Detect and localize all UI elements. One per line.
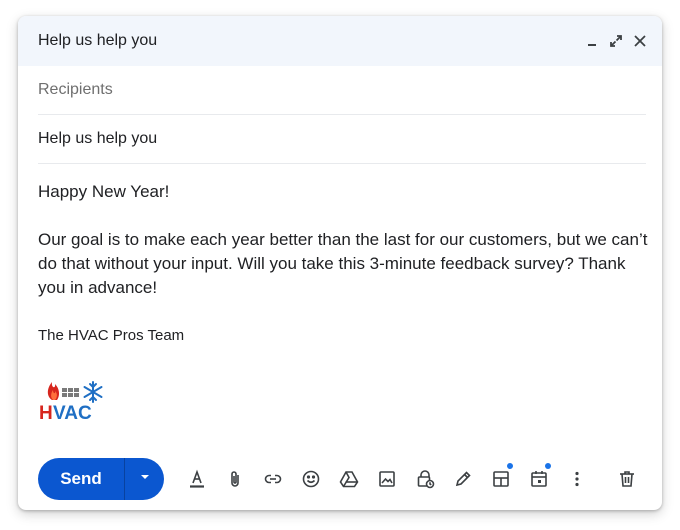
compose-title: Help us help you — [38, 32, 158, 49]
hvac-logo: H VAC — [38, 374, 118, 424]
trash-icon[interactable] — [608, 460, 646, 498]
confidential-lock-icon[interactable] — [406, 460, 444, 498]
window-controls — [582, 31, 650, 51]
message-body[interactable]: Happy New Year! Our goal is to make each… — [18, 164, 662, 424]
close-icon[interactable] — [630, 31, 650, 51]
minimize-icon[interactable] — [582, 31, 602, 51]
recipients-field[interactable]: Recipients — [38, 66, 646, 115]
caret-down-icon — [139, 470, 151, 488]
send-options-button[interactable] — [124, 458, 164, 500]
more-options-icon[interactable] — [558, 460, 596, 498]
compose-toolbar: Send — [38, 457, 646, 501]
send-button-group: Send — [38, 458, 164, 500]
schedule-calendar-icon[interactable] — [520, 460, 558, 498]
new-feature-badge — [507, 463, 513, 469]
greeting-text: Happy New Year! — [38, 182, 170, 201]
fullscreen-icon[interactable] — [606, 31, 626, 51]
svg-text:VAC: VAC — [53, 403, 92, 422]
drive-icon[interactable] — [330, 460, 368, 498]
image-icon[interactable] — [368, 460, 406, 498]
message-text: Our goal is to make each year better tha… — [38, 230, 648, 297]
layout-template-icon[interactable] — [482, 460, 520, 498]
send-button[interactable]: Send — [38, 458, 124, 500]
compose-titlebar[interactable]: Help us help you — [18, 16, 662, 66]
signature-text: The HVAC Pros Team — [38, 327, 185, 344]
new-feature-badge — [545, 463, 551, 469]
svg-text:H: H — [39, 403, 53, 422]
subject-field[interactable]: Help us help you — [38, 115, 646, 164]
attach-icon[interactable] — [216, 460, 254, 498]
formatting-tools — [178, 460, 596, 498]
compose-window: Help us help you Recipients Help us help… — [18, 16, 662, 510]
signature-pen-icon[interactable] — [444, 460, 482, 498]
link-icon[interactable] — [254, 460, 292, 498]
emoji-icon[interactable] — [292, 460, 330, 498]
format-text-icon[interactable] — [178, 460, 216, 498]
